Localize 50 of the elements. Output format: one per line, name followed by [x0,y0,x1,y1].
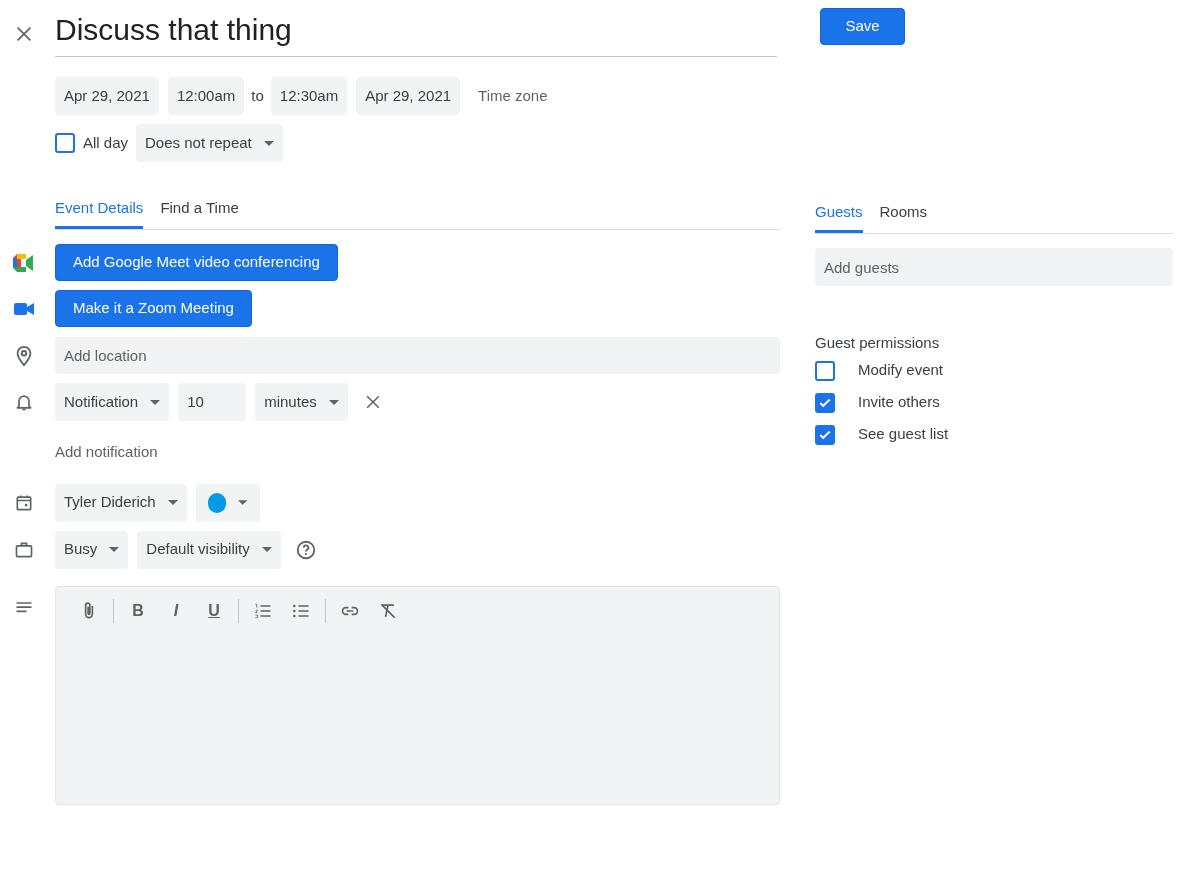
checkbox[interactable] [55,133,75,153]
save-button[interactable]: Save [820,8,905,45]
checkbox[interactable] [815,360,835,381]
video-camera-icon [13,253,35,272]
tab[interactable]: Find a Time [160,191,239,229]
calendar-dropdown[interactable]: Tyler Diderich [55,483,187,522]
time-zone-button[interactable]: Time zone [469,77,557,115]
description-field[interactable]: B I U [55,585,780,805]
end-date-field[interactable]: Apr 29, 2021 [356,77,461,115]
italic-button[interactable]: I [157,598,195,623]
video-camera-icon [14,302,34,315]
conference-button[interactable]: Add Google Meet video conferencing [55,244,338,281]
checkbox-label: All day [83,132,129,153]
checkbox[interactable] [815,392,835,413]
add-notification-button[interactable]: Add notification [55,441,158,464]
caret-icon [167,500,178,505]
caret-icon [328,399,339,405]
section-heading: Guest permissions [815,333,941,353]
tab[interactable]: Rooms [879,195,928,233]
caret-icon [150,399,161,405]
underline-button[interactable]: U [195,598,233,623]
color-dropdown[interactable] [195,483,260,522]
conference-button[interactable]: Make it a Zoom Meeting [55,290,252,327]
start-time-field[interactable]: 12:00am [167,77,245,115]
end-time-field[interactable]: 12:30am [270,77,348,115]
checkbox[interactable] [815,424,835,445]
start-date-field[interactable]: Apr 29, 2021 [55,77,159,115]
repeat-dropdown[interactable]: Does not repeat [136,124,283,162]
caret-icon [109,547,120,552]
caret-icon [261,547,272,552]
notification-type-dropdown[interactable]: Notification [55,383,170,421]
title-field[interactable]: Discuss that thing [55,10,777,57]
checkbox-label: See guest list [858,424,949,445]
tab[interactable]: Guests [815,195,863,233]
separator-text: to [251,85,264,106]
bell-icon [14,392,34,412]
help-button[interactable] [294,538,317,561]
location-field[interactable]: Add location [55,337,780,374]
checkbox-label: Modify event [858,360,944,381]
bold-button[interactable]: B [119,598,157,623]
checkbox-label: Invite others [858,392,940,413]
caret-icon [238,500,248,505]
availability-dropdown[interactable]: Busy [55,530,129,569]
visibility-dropdown[interactable]: Default visibility [137,530,281,569]
tab[interactable]: Event Details [55,191,144,229]
guests-field[interactable]: Add guests [815,248,1173,286]
help-icon [294,538,317,561]
notification-unit-dropdown[interactable]: minutes [255,383,348,421]
caret-icon [263,140,274,146]
notification-amount-field[interactable]: 10 [178,383,247,421]
